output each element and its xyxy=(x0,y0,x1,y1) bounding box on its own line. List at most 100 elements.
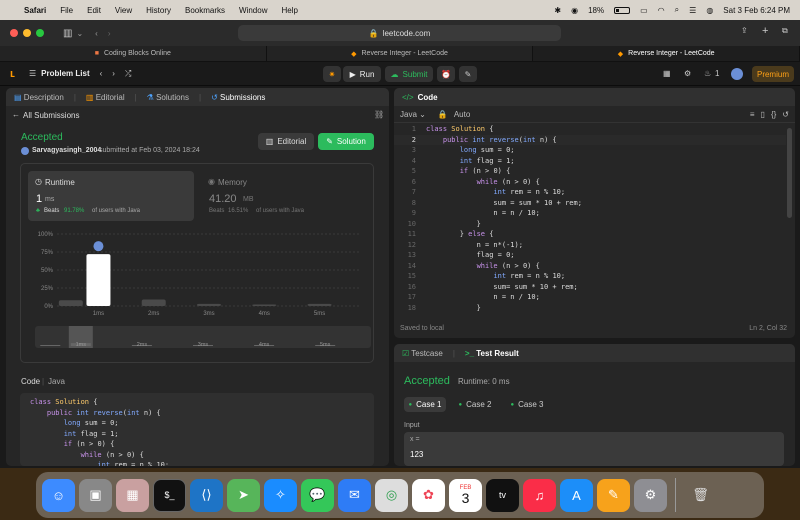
new-tab-icon[interactable]: + xyxy=(762,25,768,37)
minimize-button[interactable] xyxy=(23,29,31,37)
username[interactable]: Sarvagyasingh_2004 xyxy=(32,147,101,154)
prev-problem-icon[interactable]: ‹ xyxy=(100,69,103,78)
address-bar[interactable]: 🔒 leetcode.com xyxy=(238,25,561,41)
back-icon[interactable]: ‹ xyxy=(95,29,98,38)
next-problem-icon[interactable]: › xyxy=(112,69,115,78)
share-icon[interactable]: ⇪ xyxy=(741,26,748,35)
avatar[interactable] xyxy=(731,68,743,80)
solution-button[interactable]: ✎ Solution xyxy=(318,133,374,150)
close-button[interactable] xyxy=(10,29,18,37)
code-line[interactable]: 9 n = n / 10; xyxy=(394,208,786,219)
maps-icon[interactable]: ➤ xyxy=(227,478,260,512)
tab-overview-icon[interactable]: ⧉ xyxy=(782,26,788,36)
premium-button[interactable]: Premium xyxy=(752,66,794,82)
list-icon[interactable]: ☰ xyxy=(29,69,36,78)
browser-tab[interactable]: ■ Coding Blocks Online xyxy=(0,46,267,61)
code-line[interactable]: 14 while (n > 0) { xyxy=(394,261,786,272)
menu-history[interactable]: History xyxy=(146,6,171,15)
case-1-tab[interactable]: ● Case 1 xyxy=(404,397,446,412)
control-center-icon[interactable]: ☰ xyxy=(689,6,696,15)
code-line[interactable]: 4 int flag = 1; xyxy=(394,156,786,167)
terminal-icon[interactable]: $_ xyxy=(153,478,186,512)
scrollbar[interactable] xyxy=(787,128,792,218)
safari-icon[interactable]: ✧ xyxy=(264,478,297,512)
all-submissions-link[interactable]: All Submissions xyxy=(23,111,79,120)
chevron-down-icon[interactable]: ⌄ xyxy=(76,29,83,38)
shuffle-icon[interactable]: ⤮ xyxy=(125,69,131,79)
problem-list-link[interactable]: Problem List xyxy=(41,69,89,78)
search-icon[interactable]: ⌕ xyxy=(675,5,679,15)
mirror-icon[interactable]: ▭ xyxy=(640,6,648,15)
back-arrow-icon[interactable]: ← xyxy=(12,110,20,119)
battery-icon[interactable] xyxy=(614,6,631,14)
launchpad-icon[interactable]: ▦ xyxy=(116,478,149,512)
runtime-card[interactable]: ◷ Runtime 1 ms ♣ Beats 91.78% of users w… xyxy=(28,171,194,221)
pages-icon[interactable]: ✎ xyxy=(597,478,630,512)
editorial-button[interactable]: ▥ Editorial xyxy=(258,133,314,150)
wifi-icon[interactable]: ◠ xyxy=(658,6,665,15)
streak-fire-icon[interactable]: ♨ xyxy=(704,69,711,78)
code-line[interactable]: 13 flag = 0; xyxy=(394,250,786,261)
link-icon[interactable]: ⛓ xyxy=(374,110,384,119)
code-line[interactable]: 5 if (n > 0) { xyxy=(394,166,786,177)
language-select[interactable]: Java ⌄ xyxy=(400,110,426,119)
code-line[interactable]: 8 sum = sum * 10 + rem; xyxy=(394,198,786,209)
system-settings-icon[interactable]: ⚙ xyxy=(634,478,667,512)
menu-window[interactable]: Window xyxy=(239,6,267,15)
finder-icon[interactable]: ☺ xyxy=(42,478,75,512)
menu-bookmarks[interactable]: Bookmarks xyxy=(185,6,225,15)
app-store-icon[interactable]: A xyxy=(560,478,593,512)
reset-icon[interactable]: ↺ xyxy=(782,110,789,119)
code-line[interactable]: 2 public int reverse(int n) { xyxy=(394,134,786,145)
code-line[interactable]: 12 n = n*(-1); xyxy=(394,240,786,251)
apple-tv-icon[interactable]: tv xyxy=(486,478,519,512)
menu-edit[interactable]: Edit xyxy=(87,6,101,15)
messages-icon[interactable]: 💬 xyxy=(301,478,334,512)
code-line[interactable]: 3 long sum = 0; xyxy=(394,145,786,156)
menu-view[interactable]: View xyxy=(115,6,132,15)
forward-icon[interactable]: › xyxy=(108,29,111,38)
notes-button[interactable]: ✎ xyxy=(459,66,477,82)
tab-editorial[interactable]: ▥ Editorial xyxy=(86,93,125,102)
code-line[interactable]: 10 } xyxy=(394,219,786,230)
run-button[interactable]: ▶ Run xyxy=(343,66,381,82)
music-icon[interactable]: ♫ xyxy=(523,478,556,512)
chrome-icon[interactable]: ◎ xyxy=(375,478,408,512)
app-menu[interactable]: Safari xyxy=(24,6,46,15)
settings-icon[interactable]: ⚙ xyxy=(684,69,691,78)
code-line[interactable]: 15 int rem = n % 10; xyxy=(394,271,786,282)
mode-label[interactable]: Auto xyxy=(454,110,470,119)
menu-help[interactable]: Help xyxy=(281,6,297,15)
code-line[interactable]: 17 n = n / 10; xyxy=(394,292,786,303)
calendar-icon[interactable]: FEB 3 xyxy=(449,478,482,512)
case-2-tab[interactable]: ● Case 2 xyxy=(454,397,496,412)
timer-button[interactable]: ⏰ xyxy=(437,66,455,82)
memory-card[interactable]: ◉ Memory 41.20 MB Beats 16.51% of users … xyxy=(201,171,367,221)
zoom-button[interactable] xyxy=(36,29,44,37)
leetcode-logo-icon[interactable]: ʟ xyxy=(10,68,15,80)
siri-icon[interactable]: ◍ xyxy=(706,6,713,15)
code-line[interactable]: 1 class Solution { xyxy=(394,124,786,135)
bookmark-icon[interactable]: ▯ xyxy=(761,110,765,119)
clock[interactable]: Sat 3 Feb 6:24 PM xyxy=(723,6,790,15)
menu-file[interactable]: File xyxy=(60,6,73,15)
code-line[interactable]: 11 } else { xyxy=(394,229,786,240)
braces-icon[interactable]: {} xyxy=(771,110,776,119)
record-icon[interactable]: ◉ xyxy=(571,6,578,15)
avatar[interactable] xyxy=(21,147,29,155)
mail-icon[interactable]: ✉ xyxy=(338,478,371,512)
editor-code[interactable]: 1 class Solution {2 public int reverse(in… xyxy=(394,124,786,316)
layout-icon[interactable]: ▦ xyxy=(663,69,671,78)
tab-testcase[interactable]: ☑ Testcase xyxy=(402,349,443,358)
shortcuts-icon[interactable]: ✱ xyxy=(554,6,561,15)
tab-description[interactable]: ▤ Description xyxy=(14,93,64,102)
tab-submissions[interactable]: ↺ Submissions xyxy=(211,93,265,102)
browser-tab[interactable]: ◆ Reverse Integer - LeetCode xyxy=(267,46,534,61)
code-line[interactable]: 16 sum= sum * 10 + rem; xyxy=(394,282,786,293)
browser-tab-active[interactable]: ◆ Reverse Integer - LeetCode xyxy=(533,46,800,61)
sidebar-icon[interactable]: ▥ xyxy=(63,28,72,39)
code-line[interactable]: 18 } xyxy=(394,303,786,314)
preview-icon[interactable]: ▣ xyxy=(79,478,112,512)
code-line[interactable]: 7 int rem = n % 10; xyxy=(394,187,786,198)
submit-button[interactable]: ☁ Submit xyxy=(385,66,433,82)
